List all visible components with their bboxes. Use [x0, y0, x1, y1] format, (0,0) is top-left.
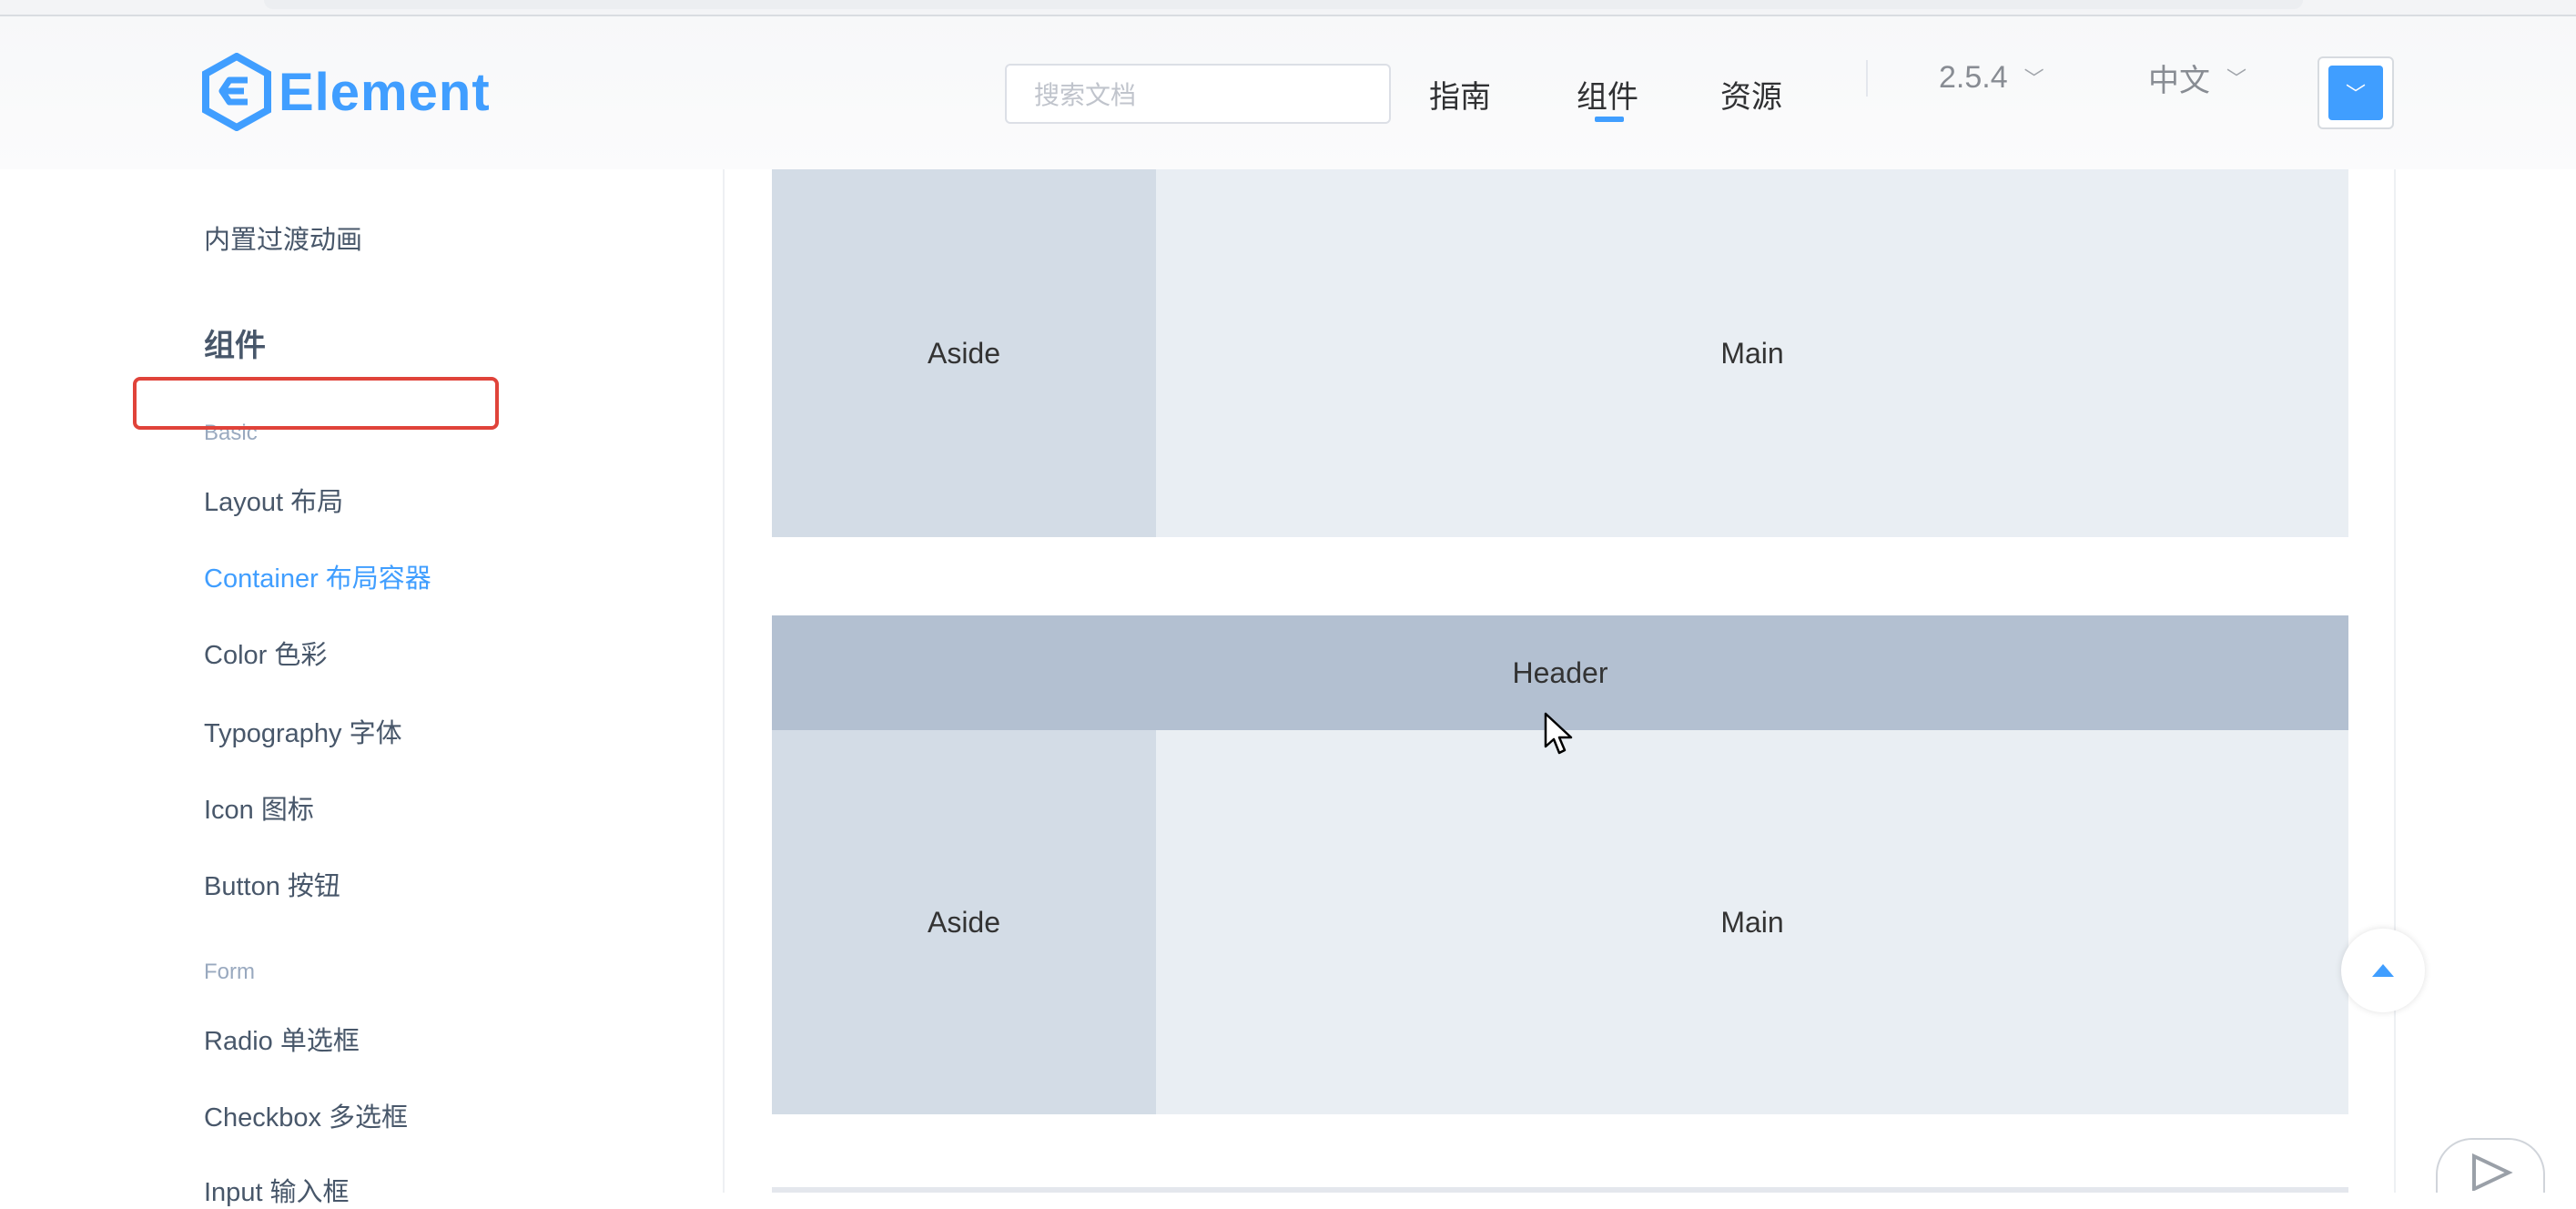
version-dropdown[interactable]: 2.5.4 ﹀	[1939, 47, 2044, 107]
demo2-header-label: Header	[1512, 655, 1608, 689]
theme-dropdown-button[interactable]: ﹀	[2317, 56, 2394, 129]
version-label: 2.5.4	[1939, 59, 2008, 95]
search-placeholder: 搜索文档	[1034, 81, 1137, 109]
nav-guide[interactable]: 指南	[1429, 64, 1491, 124]
sidebar-item-radio[interactable]: Radio 单选框	[204, 1020, 360, 1058]
back-to-top-button[interactable]	[2341, 929, 2425, 1012]
sidebar-item-input[interactable]: Input 输入框	[204, 1171, 350, 1209]
mouse-pointer-icon	[1544, 712, 1573, 755]
nav-active-indicator	[1595, 117, 1624, 122]
demo1-aside: Aside	[772, 169, 1156, 537]
theme-dropdown-icon: ﹀	[2328, 66, 2383, 120]
demo1-main: Main	[1156, 169, 2348, 537]
demo2-main: Main	[1156, 730, 2348, 1114]
sidebar-item-button[interactable]: Button 按钮	[204, 865, 340, 903]
nav-resource[interactable]: 资源	[1720, 64, 1782, 124]
sidebar-item-layout[interactable]: Layout 布局	[204, 481, 343, 519]
chevron-down-icon: ﹀	[2226, 67, 2247, 90]
sidebar-item-container[interactable]: Container 布局容器	[204, 557, 431, 595]
sidebar-item-typography[interactable]: Typography 字体	[204, 712, 402, 750]
sidebar-item-color[interactable]: Color 色彩	[204, 634, 327, 672]
caret-up-icon	[2372, 964, 2394, 977]
sidebar-item-transition[interactable]: 内置过渡动画	[204, 218, 362, 257]
sidebar-heading-components: 组件	[204, 329, 266, 363]
chevron-down-icon: ﹀	[2023, 67, 2044, 90]
demo2-main-label: Main	[1720, 905, 1784, 939]
demo1-aside-label: Aside	[927, 336, 1001, 370]
floating-play-widget[interactable]	[2436, 1138, 2545, 1193]
demo1-main-label: Main	[1720, 336, 1784, 370]
logo-text: Element	[279, 62, 491, 122]
element-logo-icon	[202, 53, 271, 131]
sidebar-item-checkbox[interactable]: Checkbox 多选框	[204, 1096, 408, 1134]
logo-link[interactable]: Element	[202, 53, 491, 131]
browser-address-bar[interactable]	[264, 0, 2303, 9]
sidebar-group-form: Form	[204, 960, 255, 984]
play-icon	[2472, 1153, 2513, 1191]
language-dropdown[interactable]: 中文 ﹀	[2148, 47, 2246, 107]
next-demo-edge	[772, 1187, 2348, 1193]
demo2-aside-label: Aside	[927, 905, 1001, 939]
language-label: 中文	[2148, 63, 2210, 98]
sidebar-item-icon[interactable]: Icon 图标	[204, 788, 314, 827]
sidebar	[0, 169, 725, 1193]
active-item-highlight	[133, 377, 499, 430]
browser-top-strip	[0, 0, 2576, 16]
search-input[interactable]: 搜索文档	[1005, 64, 1391, 124]
demo2-aside: Aside	[772, 730, 1156, 1114]
nav-component[interactable]: 组件	[1577, 64, 1638, 124]
nav-divider	[1866, 60, 1868, 97]
